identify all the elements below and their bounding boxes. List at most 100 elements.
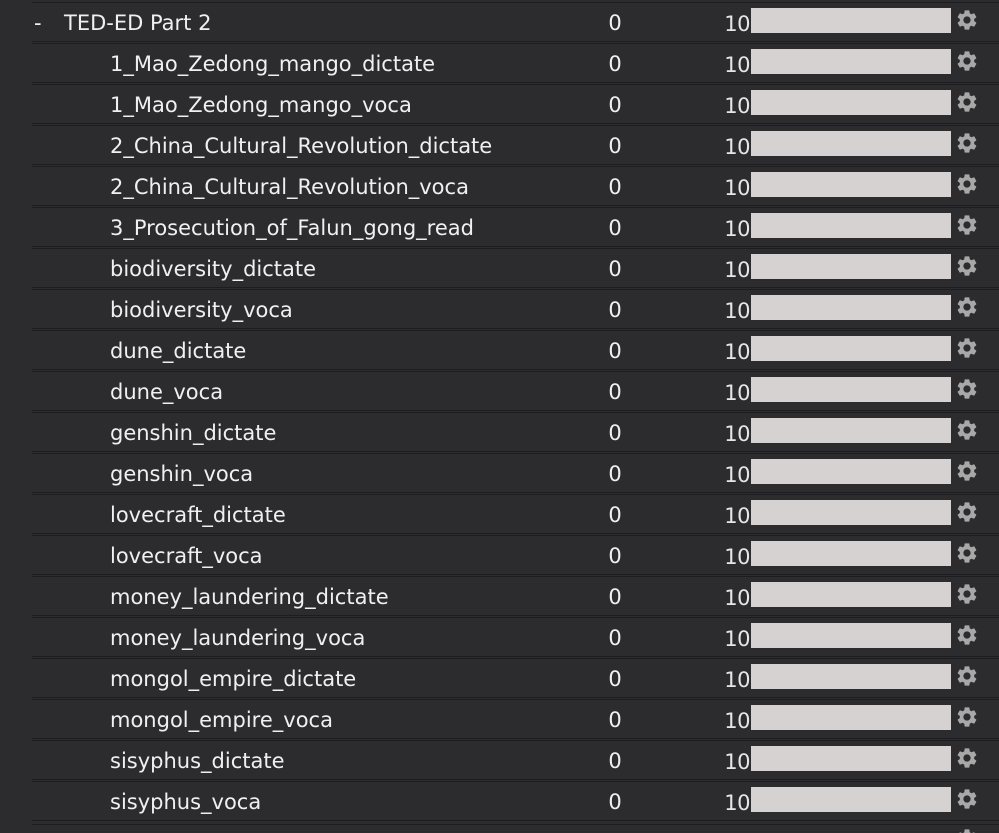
new-count: 0 — [608, 749, 622, 773]
progress-bar[interactable] — [751, 172, 951, 197]
deck-row[interactable]: biodiversity_dictate 0 10 — [32, 248, 999, 288]
new-count: 0 — [608, 626, 622, 650]
deck-name[interactable]: dune_voca — [110, 372, 223, 412]
gear-icon[interactable] — [955, 131, 979, 155]
progress-bar[interactable] — [751, 664, 951, 689]
gear-icon[interactable] — [955, 172, 979, 196]
progress-bar[interactable] — [751, 131, 951, 156]
collapse-toggle[interactable]: - — [34, 3, 42, 43]
due-count: 10 — [724, 545, 750, 569]
deck-group-title[interactable]: TED-ED Part 2 — [64, 3, 211, 43]
deck-row[interactable]: genshin_dictate 0 10 — [32, 412, 999, 452]
deck-name[interactable]: biodiversity_voca — [110, 290, 293, 330]
gear-icon[interactable] — [955, 377, 979, 401]
gear-icon[interactable] — [955, 418, 979, 442]
gear-icon[interactable] — [955, 459, 979, 483]
deck-row[interactable]: lovecraft_dictate 0 10 — [32, 494, 999, 534]
progress-bar[interactable] — [751, 623, 951, 648]
deck-row[interactable]: sisyphus_dictate 0 10 — [32, 740, 999, 780]
deck-name[interactable]: 3_Prosecution_of_Falun_gong_read — [110, 208, 474, 248]
deck-name[interactable]: lovecraft_voca — [110, 536, 263, 576]
new-count: 0 — [608, 134, 622, 158]
progress-bar[interactable] — [751, 90, 951, 115]
progress-bar[interactable] — [751, 336, 951, 361]
gear-icon[interactable] — [955, 8, 979, 32]
gear-icon[interactable] — [955, 623, 979, 647]
deck-name[interactable]: sisyphus_dictate — [110, 741, 285, 781]
gear-icon[interactable] — [955, 500, 979, 524]
progress-bar[interactable] — [751, 213, 951, 238]
deck-name[interactable]: money_laundering_voca — [110, 618, 365, 658]
deck-row[interactable]: 2_China_Cultural_Revolution_dictate 0 10 — [32, 125, 999, 165]
deck-row[interactable]: 3_Prosecution_of_Falun_gong_read 0 10 — [32, 207, 999, 247]
deck-row[interactable]: 1_Mao_Zedong_mango_voca 0 10 — [32, 84, 999, 124]
gear-icon[interactable] — [955, 254, 979, 278]
due-count: 10 — [724, 463, 750, 487]
new-count: 0 — [608, 462, 622, 486]
progress-bar[interactable] — [751, 8, 951, 33]
progress-bar[interactable] — [751, 787, 951, 812]
gear-icon[interactable] — [955, 746, 979, 770]
deck-row[interactable]: mongol_empire_dictate 0 10 — [32, 658, 999, 698]
due-count: 10 — [724, 504, 750, 528]
deck-row[interactable]: dune_voca 0 10 — [32, 371, 999, 411]
due-count: 10 — [724, 422, 750, 446]
new-count: 0 — [608, 421, 622, 445]
deck-row[interactable]: lovecraft_voca 0 10 — [32, 535, 999, 575]
progress-bar[interactable] — [751, 500, 951, 525]
progress-bar[interactable] — [751, 541, 951, 566]
deck-name[interactable]: 1_Mao_Zedong_mango_dictate — [110, 44, 435, 84]
deck-row[interactable]: mongol_empire_voca 0 10 — [32, 699, 999, 739]
deck-row[interactable]: 2_China_Cultural_Revolution_voca 0 10 — [32, 166, 999, 206]
progress-bar[interactable] — [751, 49, 951, 74]
gear-icon[interactable] — [955, 336, 979, 360]
deck-name[interactable]: genshin_voca — [110, 454, 253, 494]
progress-bar[interactable] — [751, 459, 951, 484]
progress-bar[interactable] — [751, 746, 951, 771]
gear-icon[interactable] — [955, 541, 979, 565]
deck-row[interactable]: dune_dictate 0 10 — [32, 330, 999, 370]
gear-icon[interactable] — [955, 705, 979, 729]
deck-row[interactable]: sisyphus_voca 0 10 — [32, 781, 999, 821]
gear-icon[interactable] — [955, 787, 979, 811]
progress-bar[interactable] — [751, 582, 951, 607]
new-count: 0 — [608, 52, 622, 76]
gear-icon[interactable] — [955, 49, 979, 73]
deck-name[interactable]: dune_dictate — [110, 331, 246, 371]
deck-row[interactable]: 1_Mao_Zedong_mango_dictate 0 10 — [32, 43, 999, 83]
deck-group-row[interactable]: - TED-ED Part 2 0 10 — [32, 2, 999, 42]
gear-icon[interactable] — [955, 827, 979, 833]
deck-row[interactable]: money_laundering_voca 0 10 — [32, 617, 999, 657]
deck-name[interactable]: 2_China_Cultural_Revolution_dictate — [110, 126, 492, 166]
deck-row-partial — [32, 824, 999, 833]
due-count: 10 — [724, 709, 750, 733]
new-count: 0 — [608, 93, 622, 117]
deck-name[interactable]: mongol_empire_voca — [110, 700, 333, 740]
progress-bar[interactable] — [751, 377, 951, 402]
deck-name[interactable]: mongol_empire_dictate — [110, 659, 356, 699]
deck-name[interactable]: sisyphus_voca — [110, 782, 261, 822]
due-count: 10 — [724, 176, 750, 200]
deck-name[interactable]: genshin_dictate — [110, 413, 276, 453]
due-count: 10 — [724, 627, 750, 651]
new-count: 0 — [608, 790, 622, 814]
progress-bar[interactable] — [751, 254, 951, 279]
deck-name[interactable]: 1_Mao_Zedong_mango_voca — [110, 85, 412, 125]
deck-row[interactable]: genshin_voca 0 10 — [32, 453, 999, 493]
progress-bar[interactable] — [751, 418, 951, 443]
gear-icon[interactable] — [955, 582, 979, 606]
deck-name[interactable]: biodiversity_dictate — [110, 249, 316, 289]
due-count: 10 — [724, 668, 750, 692]
deck-name[interactable]: money_laundering_dictate — [110, 577, 389, 617]
gear-icon[interactable] — [955, 664, 979, 688]
deck-row[interactable]: money_laundering_dictate 0 10 — [32, 576, 999, 616]
gear-icon[interactable] — [955, 213, 979, 237]
deck-row[interactable]: biodiversity_voca 0 10 — [32, 289, 999, 329]
progress-bar[interactable] — [751, 295, 951, 320]
gear-icon[interactable] — [955, 90, 979, 114]
deck-name[interactable]: lovecraft_dictate — [110, 495, 286, 535]
progress-bar[interactable] — [751, 705, 951, 730]
gear-icon[interactable] — [955, 295, 979, 319]
deck-name[interactable]: 2_China_Cultural_Revolution_voca — [110, 167, 469, 207]
due-count: 10 — [724, 586, 750, 610]
